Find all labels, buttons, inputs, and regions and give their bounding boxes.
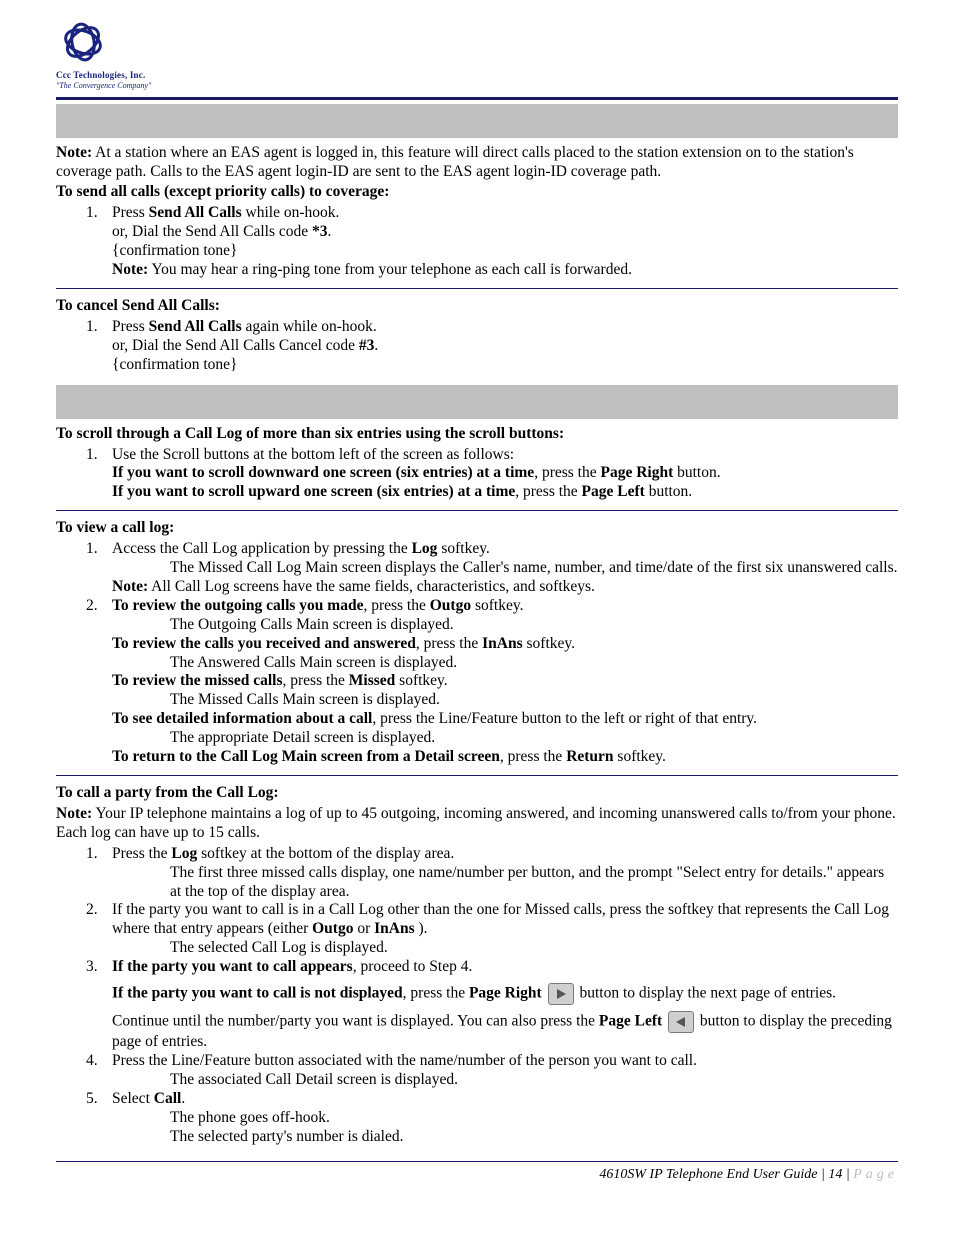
call-party-step2: If the party you want to call is in a Ca…	[112, 901, 898, 958]
call-party-heading: To call a party from the Call Log:	[56, 784, 898, 803]
call-party-step5: Select Call. The phone goes off-hook. Th…	[112, 1090, 898, 1147]
company-logo: Ccc Technologies, Inc. "The Convergence …	[56, 20, 898, 91]
note-label: Note:	[56, 144, 92, 161]
section-bar	[56, 385, 898, 419]
call-party-note: Note: Your IP telephone maintains a log …	[56, 805, 898, 843]
logo-tagline: "The Convergence Company"	[56, 81, 898, 91]
header-rule	[56, 97, 898, 100]
view-log-step2: To review the outgoing calls you made, p…	[112, 597, 898, 767]
call-party-step3: If the party you want to call appears, p…	[112, 958, 898, 1052]
cancel-heading: To cancel Send All Calls:	[56, 297, 898, 316]
send-all-heading: To send all calls (except priority calls…	[56, 183, 898, 202]
doc-title: 4610SW IP Telephone End User Guide	[599, 1167, 817, 1182]
view-step1-sub: The Missed Call Log Main screen displays…	[170, 559, 898, 578]
call-party-steps: Press the Log softkey at the bottom of t…	[56, 845, 898, 1147]
page-number: 14	[828, 1167, 842, 1182]
view-log-heading: To view a call log:	[56, 519, 898, 538]
page-word: Page	[853, 1167, 898, 1182]
footer-rule	[56, 1161, 898, 1162]
logo-company-name: Ccc Technologies, Inc.	[56, 70, 898, 81]
cancel-step: Press Send All Calls again while on-hook…	[112, 318, 898, 375]
scroll-steps: Use the Scroll buttons at the bottom lef…	[56, 446, 898, 503]
page-right-icon	[548, 983, 574, 1005]
call-party-step1: Press the Log softkey at the bottom of t…	[112, 845, 898, 902]
eas-note: Note: At a station where an EAS agent is…	[56, 144, 898, 182]
divider	[56, 288, 898, 289]
section-bar	[56, 104, 898, 138]
page-left-icon	[668, 1011, 694, 1033]
send-all-step: Press Send All Calls while on-hook. or, …	[112, 204, 898, 280]
cancel-steps: Press Send All Calls again while on-hook…	[56, 318, 898, 375]
page-footer: 4610SW IP Telephone End User Guide | 14 …	[56, 1166, 898, 1183]
scroll-heading: To scroll through a Call Log of more tha…	[56, 425, 898, 444]
divider	[56, 775, 898, 776]
call-party-step4: Press the Line/Feature button associated…	[112, 1052, 898, 1090]
view-log-steps: Access the Call Log application by press…	[56, 540, 898, 767]
divider	[56, 510, 898, 511]
scroll-step: Use the Scroll buttons at the bottom lef…	[112, 446, 898, 503]
send-all-steps: Press Send All Calls while on-hook. or, …	[56, 204, 898, 280]
view-log-step1: Access the Call Log application by press…	[112, 540, 898, 597]
